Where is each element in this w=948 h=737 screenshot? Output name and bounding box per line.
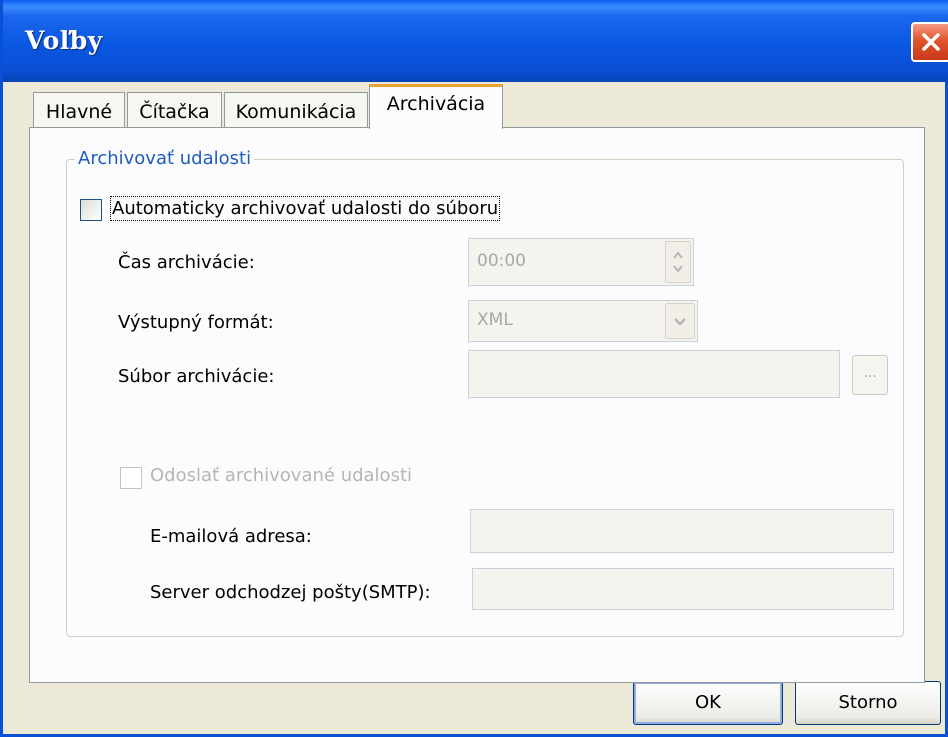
output-format-value: XML xyxy=(477,310,513,330)
cancel-button[interactable]: Storno xyxy=(795,681,941,725)
archive-events-group xyxy=(66,159,904,637)
archive-file-label: Súbor archivácie: xyxy=(118,366,275,387)
tab-label: Komunikácia xyxy=(235,101,357,123)
archive-time-label: Čas archivácie: xyxy=(118,252,255,273)
email-address-input[interactable] xyxy=(470,509,894,553)
chevron-down-icon xyxy=(674,318,686,326)
tab-label: Archivácia xyxy=(386,93,486,115)
output-format-select[interactable]: XML xyxy=(468,300,698,342)
tab-citacka[interactable]: Čítačka xyxy=(127,92,222,128)
spinner-arrows-icon xyxy=(673,251,683,273)
ok-button[interactable]: OK xyxy=(633,681,783,725)
tab-label: Čítačka xyxy=(139,101,210,123)
archive-time-field[interactable]: 00:00 xyxy=(468,238,694,286)
smtp-server-label: Server odchodzej pošty(SMTP): xyxy=(150,582,431,603)
time-spinner[interactable] xyxy=(665,241,691,283)
tab-label: Hlavné xyxy=(45,101,113,123)
tab-panel-archivacia: Archivovať udalosti Automaticky archivov… xyxy=(29,127,925,683)
tab-archivacia[interactable]: Archivácia xyxy=(369,84,503,129)
send-archived-label[interactable]: Odoslať archivované udalosti xyxy=(150,465,412,486)
close-button[interactable] xyxy=(911,22,948,62)
email-address-label: E-mailová adresa: xyxy=(150,526,312,547)
tab-hlavne[interactable]: Hlavné xyxy=(33,92,125,128)
browse-button[interactable]: ... xyxy=(852,355,888,395)
window-title: Voľby xyxy=(25,26,103,55)
group-title: Archivovať udalosti xyxy=(75,148,255,169)
archive-time-value: 00:00 xyxy=(477,251,526,271)
close-icon xyxy=(922,33,940,51)
archive-file-input[interactable] xyxy=(468,350,840,398)
tab-komunikacia[interactable]: Komunikácia xyxy=(224,92,368,128)
options-dialog: Voľby Hlavné Čítačka Komunikácia Archivá… xyxy=(0,0,948,737)
output-format-label: Výstupný formát: xyxy=(118,312,274,333)
send-archived-checkbox[interactable] xyxy=(120,467,142,489)
dropdown-button[interactable] xyxy=(665,303,695,339)
auto-archive-label[interactable]: Automaticky archivovať udalosti do súbor… xyxy=(109,196,501,221)
smtp-server-input[interactable] xyxy=(472,568,894,610)
auto-archive-checkbox[interactable] xyxy=(80,199,102,221)
title-bar[interactable]: Voľby xyxy=(3,0,948,82)
